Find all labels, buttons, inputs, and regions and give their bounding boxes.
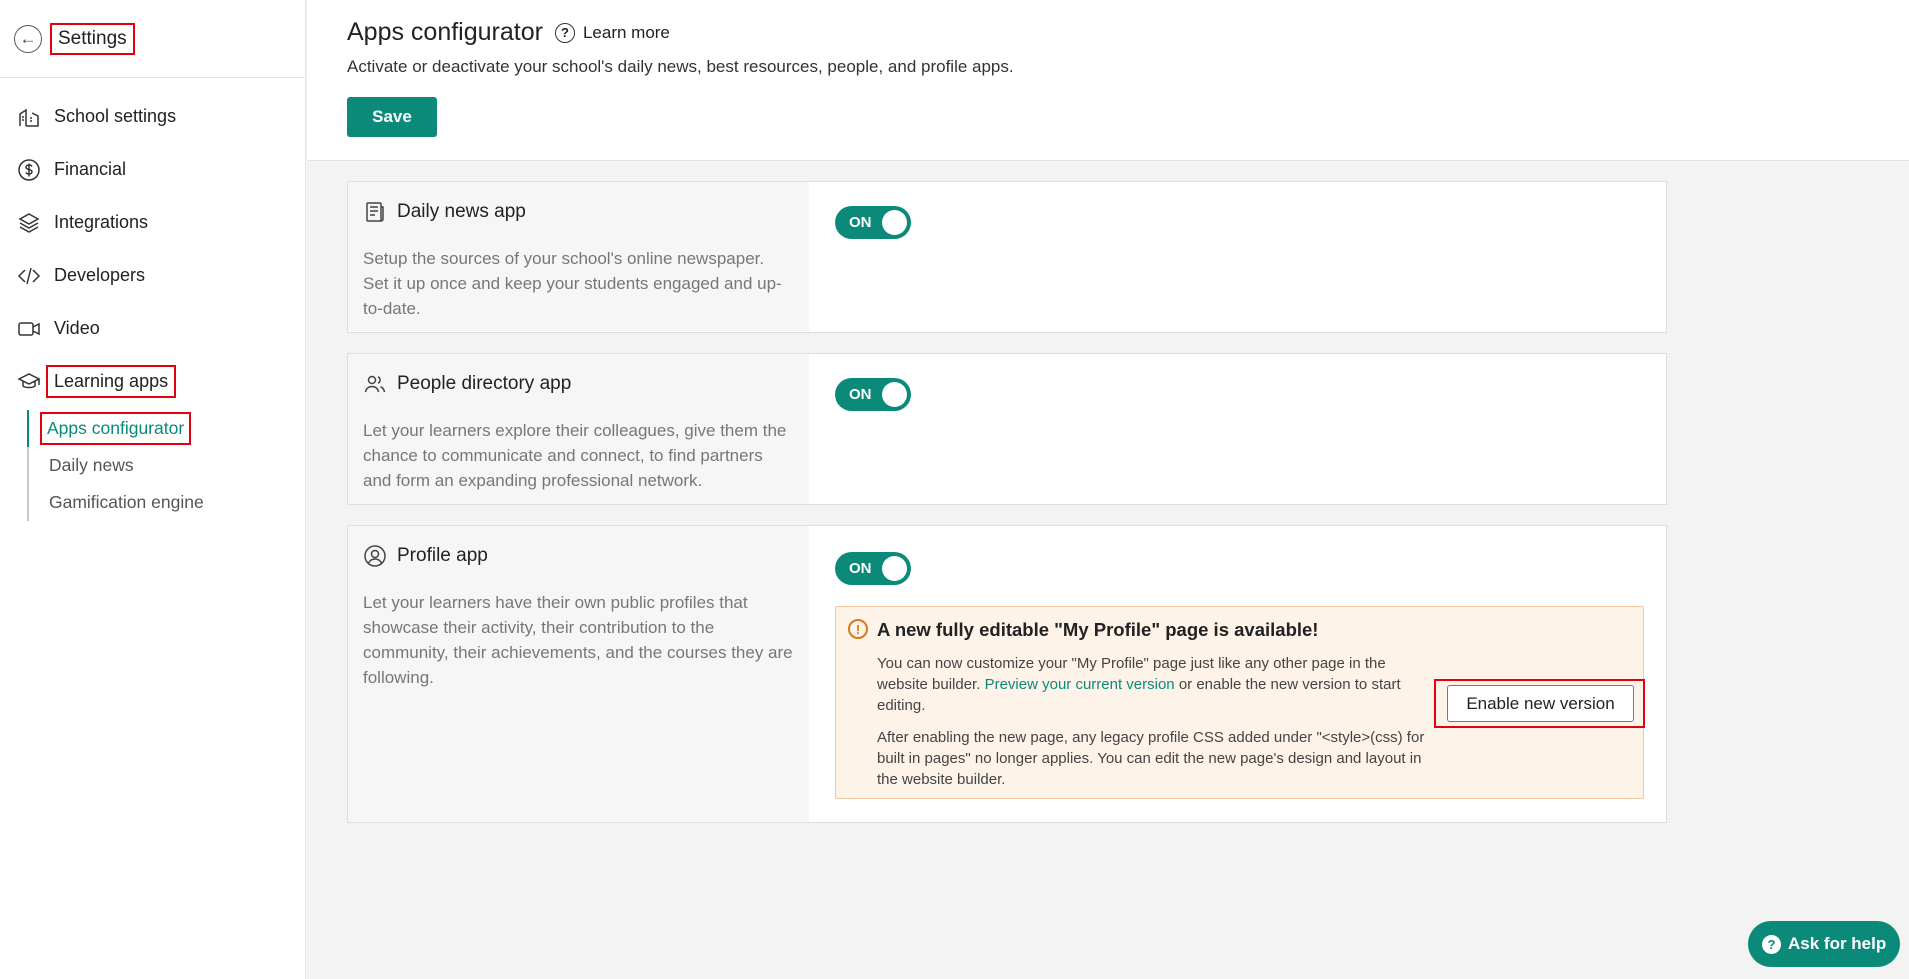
subitem-label: Apps configurator: [40, 412, 192, 445]
card-title: People directory app: [397, 373, 572, 394]
sidebar-item-label: Integrations: [54, 212, 149, 232]
profile-toggle[interactable]: ON: [835, 552, 911, 585]
toggle-knob: [882, 210, 907, 235]
toggle-knob: [882, 382, 907, 407]
profile-icon: [363, 544, 387, 568]
people-directory-card: People directory app Let your learners e…: [347, 353, 1667, 505]
back-arrow-icon[interactable]: ←: [14, 24, 42, 53]
daily-news-toggle[interactable]: ON: [835, 206, 911, 239]
video-icon: [16, 316, 42, 342]
people-directory-toggle[interactable]: ON: [835, 378, 911, 411]
newspaper-icon: [363, 200, 387, 224]
help-icon: ?: [1762, 934, 1781, 954]
sidebar-item-financial[interactable]: Financial: [0, 143, 305, 196]
code-icon: [16, 263, 42, 289]
sidebar-subitem-apps-configurator[interactable]: Apps configurator: [27, 410, 305, 447]
card-info-panel: People directory app Let your learners e…: [348, 354, 809, 504]
sidebar-item-school-settings[interactable]: School settings: [0, 90, 305, 143]
people-icon: [363, 372, 387, 396]
notice-text: You can now customize your "My Profile" …: [877, 653, 1427, 716]
card-title: Daily news app: [397, 201, 526, 222]
sidebar-item-label: Video: [54, 318, 100, 338]
toggle-label: ON: [849, 560, 872, 577]
sidebar-item-label: Developers: [54, 265, 146, 285]
card-description: Let your learners explore their colleagu…: [363, 421, 787, 490]
settings-title: Settings: [50, 22, 135, 55]
dollar-icon: [16, 157, 42, 183]
toggle-knob: [882, 556, 907, 581]
learn-more-link[interactable]: Learn more: [583, 23, 670, 43]
save-button[interactable]: Save: [347, 97, 437, 137]
card-description: Setup the sources of your school's onlin…: [363, 249, 782, 318]
card-title-row: People directory app: [363, 372, 571, 396]
sidebar-item-developers[interactable]: Developers: [0, 249, 305, 302]
sidebar-item-label: School settings: [54, 106, 177, 126]
page-subtitle: Activate or deactivate your school's dai…: [347, 57, 1014, 76]
sidebar-item-integrations[interactable]: Integrations: [0, 196, 305, 249]
subitem-label: Daily news: [49, 455, 134, 475]
new-profile-notice: ! A new fully editable "My Profile" page…: [835, 606, 1645, 799]
card-title-row: Profile app: [363, 544, 488, 568]
sidebar: ← Settings School settings Financial Int…: [0, 0, 306, 979]
title-row: Apps configurator ? Learn more: [347, 18, 670, 47]
enable-new-version-button[interactable]: Enable new version: [1447, 685, 1634, 722]
page-title: Apps configurator: [347, 18, 543, 46]
card-title: Profile app: [397, 545, 488, 566]
notice-title: A new fully editable "My Profile" page i…: [877, 619, 1319, 640]
enable-button-highlight: Enable new version: [1434, 679, 1645, 728]
toggle-label: ON: [849, 214, 872, 231]
card-description: Let your learners have their own public …: [363, 593, 793, 687]
school-icon: [16, 104, 42, 130]
learning-apps-submenu: Apps configurator Daily news Gamificatio…: [27, 410, 305, 521]
sidebar-item-video[interactable]: Video: [0, 302, 305, 355]
warning-icon: !: [848, 619, 868, 639]
layers-icon: [16, 210, 42, 236]
sidebar-subitem-daily-news[interactable]: Daily news: [29, 447, 305, 484]
daily-news-card: Daily news app Setup the sources of your…: [347, 181, 1667, 333]
sidebar-item-learning-apps[interactable]: Learning apps: [0, 355, 305, 408]
sidebar-item-label: Financial: [54, 159, 127, 179]
notice-legacy-text: After enabling the new page, any legacy …: [877, 729, 1425, 788]
ask-for-help-button[interactable]: ? Ask for help: [1748, 921, 1900, 967]
sidebar-header: ← Settings: [0, 0, 305, 78]
page-header: Apps configurator ? Learn more Activate …: [307, 0, 1909, 161]
sidebar-nav: School settings Financial Integrations D…: [0, 78, 305, 521]
card-info-panel: Daily news app Setup the sources of your…: [348, 182, 809, 332]
preview-current-version-link[interactable]: Preview your current version: [985, 676, 1175, 693]
graduation-cap-icon: [16, 369, 42, 395]
subitem-label: Gamification engine: [49, 492, 204, 512]
toggle-label: ON: [849, 386, 872, 403]
card-info-panel: Profile app Let your learners have their…: [348, 526, 809, 822]
profile-card: Profile app Let your learners have their…: [347, 525, 1667, 823]
sidebar-subitem-gamification-engine[interactable]: Gamification engine: [29, 484, 305, 521]
card-title-row: Daily news app: [363, 200, 526, 224]
sidebar-item-label: Learning apps: [46, 365, 177, 398]
question-circle-icon[interactable]: ?: [554, 22, 575, 43]
ask-for-help-label: Ask for help: [1788, 934, 1887, 953]
